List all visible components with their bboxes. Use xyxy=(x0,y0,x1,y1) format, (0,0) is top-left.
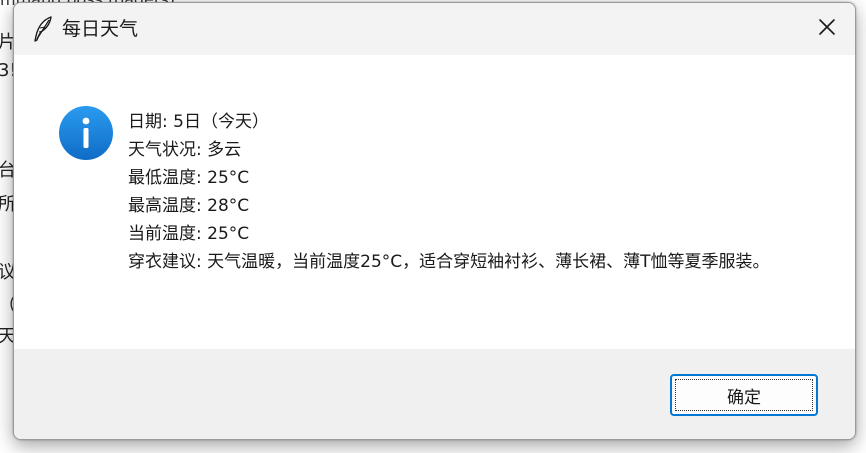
dialog-message: 日期: 5日（今天） 天气状况: 多云 最低温度: 25°C 最高温度: 28°… xyxy=(128,108,828,276)
dialog-titlebar[interactable]: 每日天气 xyxy=(14,3,855,55)
clothing-advice: 穿衣建议: 天气温暖，当前温度25°C，适合穿短袖衬衫、薄长裙、薄T恤等夏季服装… xyxy=(128,252,770,272)
feather-icon xyxy=(32,16,54,42)
close-button[interactable] xyxy=(799,3,855,55)
dialog-content: 日期: 5日（今天） 天气状况: 多云 最低温度: 25°C 最高温度: 28°… xyxy=(14,55,855,349)
dialog-title: 每日天气 xyxy=(62,18,139,40)
high-temp-line: 最高温度: 28°C xyxy=(128,196,250,216)
dialog-footer: 确定 xyxy=(14,349,855,439)
info-icon xyxy=(58,105,114,161)
close-icon xyxy=(818,18,836,40)
current-temp-line: 当前温度: 25°C xyxy=(128,224,250,244)
date-line: 日期: 5日（今天） xyxy=(128,112,269,132)
ok-button[interactable]: 确定 xyxy=(670,374,818,416)
low-temp-line: 最低温度: 25°C xyxy=(128,168,250,188)
condition-line: 天气状况: 多云 xyxy=(128,140,242,160)
weather-dialog: 每日天气 日期: 5日（今天） 天气状况: 多云 最低温度: 25°C 最高温度… xyxy=(13,2,856,440)
ok-button-label: 确定 xyxy=(727,387,761,408)
